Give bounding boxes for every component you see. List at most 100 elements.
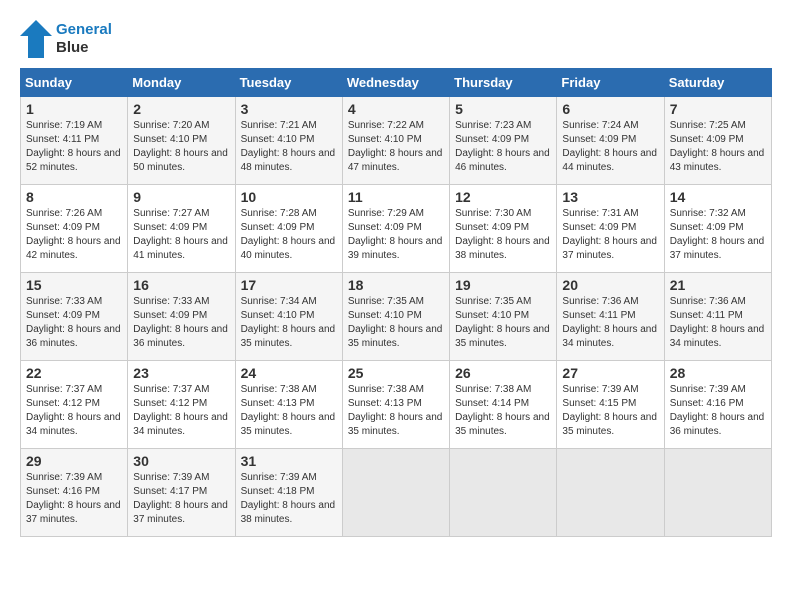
calendar-week-3: 15 Sunrise: 7:33 AMSunset: 4:09 PMDayligh…	[21, 273, 772, 361]
header-cell-saturday: Saturday	[664, 69, 771, 97]
calendar-cell: 20 Sunrise: 7:36 AMSunset: 4:11 PMDayligh…	[557, 273, 664, 361]
day-number: 17	[241, 277, 337, 293]
calendar-cell: 25 Sunrise: 7:38 AMSunset: 4:13 PMDayligh…	[342, 361, 449, 449]
calendar-cell	[450, 449, 557, 537]
calendar-cell: 31 Sunrise: 7:39 AMSunset: 4:18 PMDayligh…	[235, 449, 342, 537]
calendar-cell: 21 Sunrise: 7:36 AMSunset: 4:11 PMDayligh…	[664, 273, 771, 361]
calendar-cell: 22 Sunrise: 7:37 AMSunset: 4:12 PMDayligh…	[21, 361, 128, 449]
day-number: 12	[455, 189, 551, 205]
calendar-cell: 11 Sunrise: 7:29 AMSunset: 4:09 PMDayligh…	[342, 185, 449, 273]
day-number: 16	[133, 277, 229, 293]
day-info: Sunrise: 7:38 AMSunset: 4:13 PMDaylight:…	[348, 383, 444, 439]
calendar-cell: 5Sunrise: 7:23 AMSunset: 4:09 PMDaylight…	[450, 97, 557, 185]
calendar-cell: 4 Sunrise: 7:22 AMSunset: 4:10 PMDaylight…	[342, 97, 449, 185]
day-info: Sunrise: 7:36 AMSunset: 4:11 PMDaylight:…	[562, 295, 658, 351]
day-info: Sunrise: 7:36 AMSunset: 4:11 PMDaylight:…	[670, 295, 766, 351]
day-number: 3	[241, 101, 337, 117]
day-info: Sunrise: 7:33 AMSunset: 4:09 PMDaylight:…	[133, 295, 229, 351]
logo-icon	[20, 20, 52, 58]
day-number: 8	[26, 189, 122, 205]
day-info: Sunrise: 7:33 AMSunset: 4:09 PMDaylight:…	[26, 295, 122, 351]
calendar-cell: 8 Sunrise: 7:26 AMSunset: 4:09 PMDaylight…	[21, 185, 128, 273]
calendar-cell: 15 Sunrise: 7:33 AMSunset: 4:09 PMDayligh…	[21, 273, 128, 361]
page-header: General Blue	[20, 20, 772, 58]
calendar-week-1: 1Sunrise: 7:19 AMSunset: 4:11 PMDaylight…	[21, 97, 772, 185]
calendar-cell: 16 Sunrise: 7:33 AMSunset: 4:09 PMDayligh…	[128, 273, 235, 361]
day-info: Sunrise: 7:24 AMSunset: 4:09 PMDaylight:…	[562, 119, 658, 175]
day-info: Sunrise: 7:19 AMSunset: 4:11 PMDaylight:…	[26, 119, 122, 175]
calendar-header: SundayMondayTuesdayWednesdayThursdayFrid…	[21, 69, 772, 97]
day-number: 4	[348, 101, 444, 117]
day-info: Sunrise: 7:21 AMSunset: 4:10 PMDaylight:…	[241, 119, 337, 175]
calendar-cell	[342, 449, 449, 537]
day-info: Sunrise: 7:35 AMSunset: 4:10 PMDaylight:…	[348, 295, 444, 351]
calendar-week-2: 8 Sunrise: 7:26 AMSunset: 4:09 PMDaylight…	[21, 185, 772, 273]
calendar-cell: 18 Sunrise: 7:35 AMSunset: 4:10 PMDayligh…	[342, 273, 449, 361]
day-number: 22	[26, 365, 122, 381]
header-cell-friday: Friday	[557, 69, 664, 97]
day-info: Sunrise: 7:35 AMSunset: 4:10 PMDaylight:…	[455, 295, 551, 351]
calendar-cell: 10 Sunrise: 7:28 AMSunset: 4:09 PMDayligh…	[235, 185, 342, 273]
calendar-cell: 6 Sunrise: 7:24 AMSunset: 4:09 PMDaylight…	[557, 97, 664, 185]
header-row: SundayMondayTuesdayWednesdayThursdayFrid…	[21, 69, 772, 97]
day-info: Sunrise: 7:39 AMSunset: 4:17 PMDaylight:…	[133, 471, 229, 527]
calendar-cell: 9Sunrise: 7:27 AMSunset: 4:09 PMDaylight…	[128, 185, 235, 273]
calendar-cell: 12 Sunrise: 7:30 AMSunset: 4:09 PMDayligh…	[450, 185, 557, 273]
calendar-cell: 26Sunrise: 7:38 AMSunset: 4:14 PMDayligh…	[450, 361, 557, 449]
day-info: Sunrise: 7:39 AMSunset: 4:16 PMDaylight:…	[670, 383, 766, 439]
day-number: 6	[562, 101, 658, 117]
day-number: 21	[670, 277, 766, 293]
calendar-week-4: 22 Sunrise: 7:37 AMSunset: 4:12 PMDayligh…	[21, 361, 772, 449]
day-number: 30	[133, 453, 229, 469]
day-info: Sunrise: 7:39 AMSunset: 4:16 PMDaylight:…	[26, 471, 122, 527]
day-number: 2	[133, 101, 229, 117]
day-info: Sunrise: 7:25 AMSunset: 4:09 PMDaylight:…	[670, 119, 766, 175]
logo-container: General Blue	[20, 20, 112, 58]
day-info: Sunrise: 7:28 AMSunset: 4:09 PMDaylight:…	[241, 207, 337, 263]
day-info: Sunrise: 7:31 AMSunset: 4:09 PMDaylight:…	[562, 207, 658, 263]
header-cell-sunday: Sunday	[21, 69, 128, 97]
day-number: 27	[562, 365, 658, 381]
header-cell-wednesday: Wednesday	[342, 69, 449, 97]
day-number: 31	[241, 453, 337, 469]
header-cell-tuesday: Tuesday	[235, 69, 342, 97]
calendar-cell: 13Sunrise: 7:31 AMSunset: 4:09 PMDayligh…	[557, 185, 664, 273]
day-number: 7	[670, 101, 766, 117]
day-number: 29	[26, 453, 122, 469]
day-number: 23	[133, 365, 229, 381]
day-number: 19	[455, 277, 551, 293]
calendar-cell: 1Sunrise: 7:19 AMSunset: 4:11 PMDaylight…	[21, 97, 128, 185]
calendar-cell: 29 Sunrise: 7:39 AMSunset: 4:16 PMDayligh…	[21, 449, 128, 537]
day-number: 15	[26, 277, 122, 293]
day-info: Sunrise: 7:38 AMSunset: 4:14 PMDaylight:…	[455, 383, 551, 439]
day-number: 18	[348, 277, 444, 293]
calendar-cell: 24Sunrise: 7:38 AMSunset: 4:13 PMDayligh…	[235, 361, 342, 449]
day-info: Sunrise: 7:37 AMSunset: 4:12 PMDaylight:…	[26, 383, 122, 439]
day-info: Sunrise: 7:39 AMSunset: 4:15 PMDaylight:…	[562, 383, 658, 439]
day-info: Sunrise: 7:26 AMSunset: 4:09 PMDaylight:…	[26, 207, 122, 263]
day-number: 11	[348, 189, 444, 205]
calendar-cell: 3 Sunrise: 7:21 AMSunset: 4:10 PMDaylight…	[235, 97, 342, 185]
day-number: 24	[241, 365, 337, 381]
calendar-cell: 23Sunrise: 7:37 AMSunset: 4:12 PMDayligh…	[128, 361, 235, 449]
day-info: Sunrise: 7:39 AMSunset: 4:18 PMDaylight:…	[241, 471, 337, 527]
calendar-cell: 27 Sunrise: 7:39 AMSunset: 4:15 PMDayligh…	[557, 361, 664, 449]
day-info: Sunrise: 7:27 AMSunset: 4:09 PMDaylight:…	[133, 207, 229, 263]
calendar-cell: 2Sunrise: 7:20 AMSunset: 4:10 PMDaylight…	[128, 97, 235, 185]
calendar-cell	[664, 449, 771, 537]
header-cell-thursday: Thursday	[450, 69, 557, 97]
calendar-cell	[557, 449, 664, 537]
logo-text: General Blue	[56, 21, 112, 57]
day-info: Sunrise: 7:30 AMSunset: 4:09 PMDaylight:…	[455, 207, 551, 263]
day-info: Sunrise: 7:22 AMSunset: 4:10 PMDaylight:…	[348, 119, 444, 175]
calendar-cell: 28Sunrise: 7:39 AMSunset: 4:16 PMDayligh…	[664, 361, 771, 449]
day-number: 10	[241, 189, 337, 205]
day-info: Sunrise: 7:29 AMSunset: 4:09 PMDaylight:…	[348, 207, 444, 263]
day-info: Sunrise: 7:32 AMSunset: 4:09 PMDaylight:…	[670, 207, 766, 263]
calendar-cell: 19 Sunrise: 7:35 AMSunset: 4:10 PMDayligh…	[450, 273, 557, 361]
calendar-table: SundayMondayTuesdayWednesdayThursdayFrid…	[20, 68, 772, 537]
logo: General Blue	[20, 20, 112, 58]
day-number: 20	[562, 277, 658, 293]
day-number: 25	[348, 365, 444, 381]
day-number: 5	[455, 101, 551, 117]
